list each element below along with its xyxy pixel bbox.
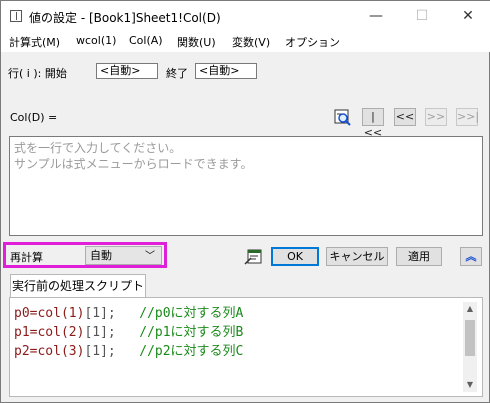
- menu-formula[interactable]: 計算式(M): [9, 34, 60, 50]
- first-column-button[interactable]: |<<: [362, 108, 384, 139]
- maximize-button: ☐: [415, 8, 429, 24]
- menu-variables[interactable]: 変数(V): [232, 34, 270, 50]
- search-column-button[interactable]: [333, 108, 353, 126]
- formula-placeholder-line1: 式を一行で入力してください。: [14, 141, 182, 155]
- cancel-button[interactable]: キャンセル: [326, 247, 388, 266]
- tab-before-formula-script[interactable]: 実行前の処理スクリプト: [10, 274, 146, 298]
- script-scrollbar[interactable]: ▲ ▼: [463, 302, 477, 392]
- scroll-down-icon[interactable]: ▼: [463, 378, 477, 392]
- formula-label: Col(D) =: [10, 111, 58, 124]
- menu-functions[interactable]: 関数(U): [177, 34, 216, 50]
- script-window-icon: [244, 249, 262, 265]
- formula-input[interactable]: 式を一行で入力してください。 サンプルは式メニューからロードできます。: [9, 136, 483, 236]
- window-icon: [10, 10, 22, 22]
- minimize-button[interactable]: —: [353, 1, 399, 31]
- magnifier-icon: [334, 109, 351, 126]
- apply-button[interactable]: 適用: [396, 247, 442, 266]
- menu-wcol[interactable]: wcol(1): [76, 34, 116, 47]
- window-title: 値の設定 - [Book1]Sheet1!Col(D): [29, 11, 221, 25]
- next-column-button: >>: [425, 108, 447, 126]
- chevron-down-icon: ﹀: [145, 251, 155, 262]
- set-values-dialog: 値の設定 - [Book1]Sheet1!Col(D) — ☐ ✕ 計算式(M)…: [0, 0, 490, 403]
- last-column-button: >>|: [456, 108, 479, 126]
- formula-placeholder-line2: サンプルは式メニューからロードできます。: [14, 157, 253, 171]
- recalculate-label: 再計算: [10, 251, 43, 264]
- scrollbar-thumb[interactable]: [465, 320, 475, 356]
- row-end-label: 終了: [166, 67, 188, 80]
- row-end-input[interactable]: <自動>: [195, 63, 257, 79]
- script-line: p2=col(3)[1]; //p2に対する列C: [14, 344, 244, 359]
- ok-button[interactable]: OK: [271, 247, 319, 266]
- before-formula-script-editor[interactable]: p0=col(1)[1]; //p0に対する列A p1=col(2)[1]; /…: [9, 297, 483, 397]
- chevron-up-icon: ︽: [465, 250, 477, 263]
- script-window-button[interactable]: [244, 247, 264, 266]
- collapse-button[interactable]: ︽: [460, 247, 482, 266]
- script-line: p1=col(2)[1]; //p1に対する列B: [14, 325, 244, 340]
- row-start-input[interactable]: <自動>: [96, 63, 158, 79]
- close-button[interactable]: ✕: [445, 1, 490, 31]
- menu-col[interactable]: Col(A): [129, 34, 163, 47]
- recalculate-value: 自動: [90, 249, 112, 262]
- menu-bar: 計算式(M) wcol(1) Col(A) 関数(U) 変数(V) オプション: [1, 31, 490, 52]
- title-bar[interactable]: 値の設定 - [Book1]Sheet1!Col(D) — ☐ ✕: [1, 1, 490, 31]
- row-range-label: 行( i ): 開始: [8, 67, 67, 80]
- script-line: p0=col(1)[1]; //p0に対する列A: [14, 306, 244, 321]
- previous-column-button[interactable]: <<: [394, 108, 416, 126]
- menu-options[interactable]: オプション: [285, 34, 340, 50]
- scroll-up-icon[interactable]: ▲: [463, 302, 477, 316]
